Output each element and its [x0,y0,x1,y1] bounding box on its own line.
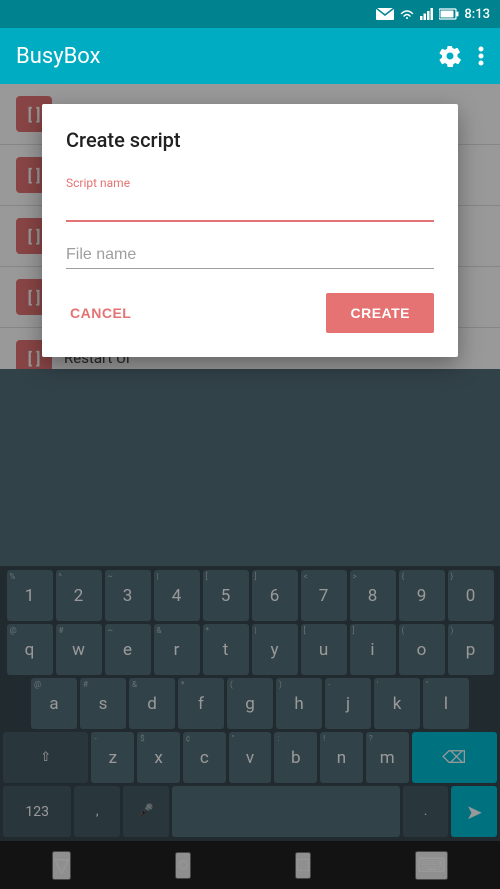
settings-icon [438,44,462,68]
more-icon [478,44,484,68]
battery-icon [439,8,459,20]
app-title: BusyBox [16,44,101,69]
status-time: 8:13 [464,7,490,22]
status-bar: 8:13 [0,0,500,28]
wifi-icon [399,8,415,20]
script-name-label: Script name [66,176,434,190]
script-name-group: Script name [66,176,434,222]
status-icons: 8:13 [376,7,490,22]
dialog-actions: CANCEL CREATE [66,293,434,333]
more-button[interactable] [478,44,484,68]
file-name-input[interactable] [66,242,434,269]
email-icon [376,8,394,20]
create-script-dialog: Create script Script name CANCEL CREATE [42,104,458,357]
cancel-button[interactable]: CANCEL [66,297,135,329]
dialog-title: Create script [66,128,434,152]
script-name-input[interactable] [66,194,434,222]
app-bar-actions [438,44,484,68]
settings-button[interactable] [438,44,462,68]
file-name-group [66,242,434,269]
app-bar: BusyBox [0,28,500,84]
create-button[interactable]: CREATE [326,293,434,333]
signal-icon [420,8,434,20]
